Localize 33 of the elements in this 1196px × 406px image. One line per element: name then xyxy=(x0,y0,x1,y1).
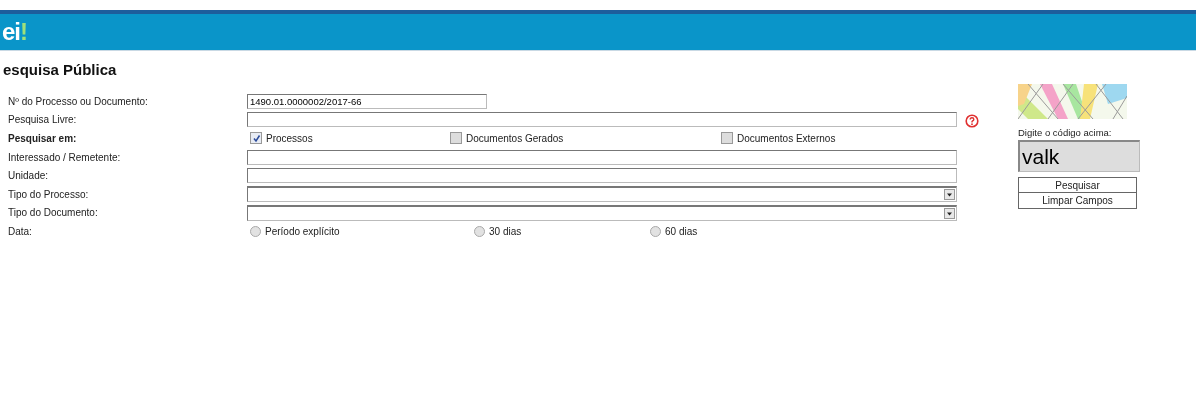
dropdown[interactable] xyxy=(247,186,957,203)
field-label: Pesquisar em: xyxy=(7,133,78,144)
checkbox[interactable] xyxy=(721,132,733,145)
field-label: Tipo do Processo: xyxy=(7,188,90,200)
checkbox[interactable] xyxy=(450,132,462,145)
field-label: Pesquisa Livre: xyxy=(7,114,78,126)
input-field[interactable] xyxy=(247,168,957,184)
radio-label: Período explícito xyxy=(265,225,340,237)
radio-label: 30 dias xyxy=(489,225,522,237)
checkbox-label: Documentos Gerados xyxy=(466,133,564,144)
field-label: Unidade: xyxy=(7,170,50,182)
captcha-prompt: Digite o código acima: xyxy=(1018,127,1113,138)
page-title: esquisa Pública xyxy=(3,61,118,78)
input-field[interactable]: 1490.01.0000002/2017-66 xyxy=(247,93,487,109)
radio-button[interactable] xyxy=(474,225,485,237)
checkbox-label: Documentos Externos xyxy=(737,133,836,144)
field-label: Data: xyxy=(7,225,33,237)
radio-button[interactable] xyxy=(650,225,661,237)
field-label: Tipo do Documento: xyxy=(7,207,99,219)
search-button[interactable]: Pesquisar xyxy=(1018,177,1137,193)
field-label: Interessado / Remetente: xyxy=(7,151,122,163)
captcha-field[interactable]: valk xyxy=(1018,140,1140,172)
logo: ei! xyxy=(2,18,27,46)
input-field[interactable] xyxy=(247,112,957,128)
field-label: Nº do Processo ou Documento: xyxy=(7,95,149,107)
checkbox-label: Processos xyxy=(266,133,313,144)
input-field[interactable] xyxy=(247,149,957,165)
dropdown[interactable] xyxy=(247,204,957,221)
checkbox[interactable] xyxy=(250,132,262,145)
radio-label: 60 dias xyxy=(665,225,698,237)
clear-button[interactable]: Limpar Campos xyxy=(1018,193,1137,209)
radio-button[interactable] xyxy=(250,225,261,237)
help-icon[interactable] xyxy=(965,113,979,128)
